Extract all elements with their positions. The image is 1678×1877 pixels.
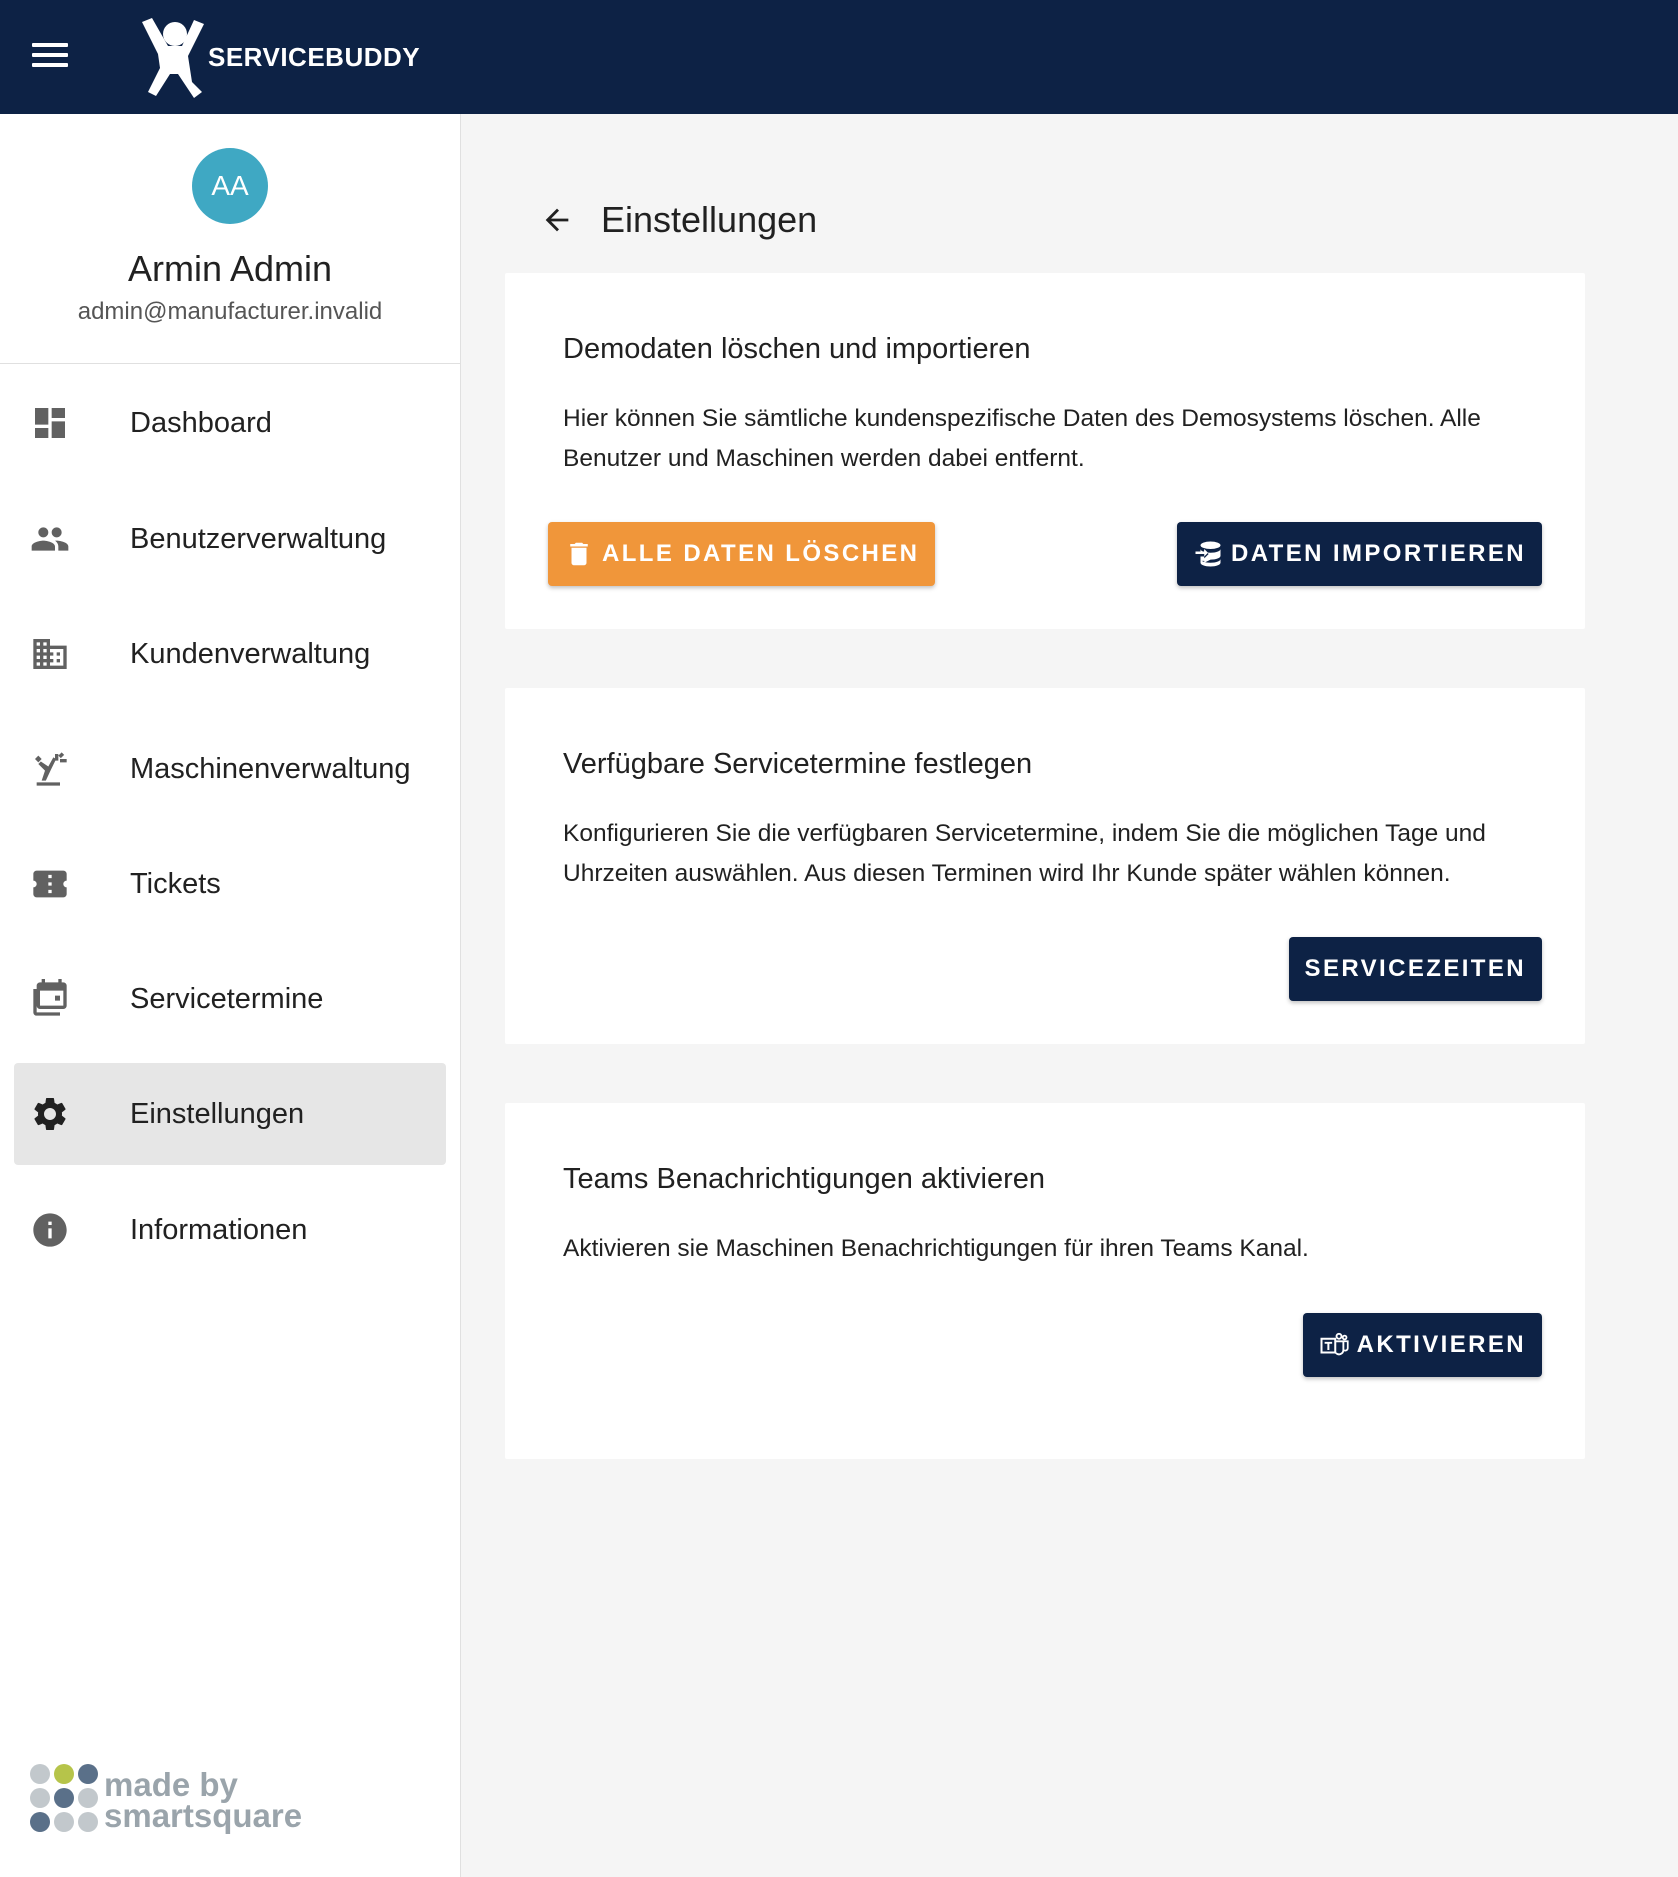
sidebar-item-label: Informationen <box>130 1213 308 1246</box>
user-name: Armin Admin <box>127 248 333 289</box>
sidebar-item-kundenverwaltung[interactable]: Kundenverwaltung <box>14 603 446 705</box>
sidebar-item-label: Einstellungen <box>130 1097 305 1130</box>
card-title: Verfügbare Servicetermine festlegen <box>563 748 1033 780</box>
activate-teams-button[interactable]: AKTIVIEREN <box>1302 1313 1542 1377</box>
demo-data-card: Demodaten löschen und importieren Hier k… <box>505 273 1585 629</box>
sidebar-item-maschinenverwaltung[interactable]: Maschinenverwaltung <box>14 718 446 820</box>
smartsquare-logo-icon <box>30 1764 98 1832</box>
avatar[interactable]: AA <box>192 148 268 224</box>
button-label: AKTIVIEREN <box>1356 1331 1526 1358</box>
gear-icon <box>30 1094 70 1134</box>
card-description: Aktivieren sie Maschinen Benachrichtigun… <box>563 1235 1309 1262</box>
sidebar-item-label: Servicetermine <box>130 982 324 1015</box>
user-email: admin@manufacturer.invalid <box>77 298 383 325</box>
back-arrow-icon[interactable] <box>533 196 581 244</box>
sidebar-item-servicetermine[interactable]: Servicetermine <box>14 948 446 1050</box>
sidebar-item-label: Dashboard <box>130 406 272 439</box>
database-import-icon <box>1195 541 1221 567</box>
sidebar-item-tickets[interactable]: Tickets <box>14 833 446 935</box>
button-label: SERVICEZEITEN <box>1304 955 1526 982</box>
button-label: DATEN IMPORTIEREN <box>1230 540 1526 567</box>
sidebar-item-informationen[interactable]: Informationen <box>14 1179 446 1281</box>
sidebar-item-label: Kundenverwaltung <box>130 637 371 670</box>
building-icon <box>30 634 70 674</box>
page-title: Einstellungen <box>601 199 818 240</box>
card-description: Hier können Sie sämtliche kundenspezifis… <box>563 405 1481 472</box>
page-header: Einstellungen <box>533 190 817 250</box>
made-by-text: made by <box>104 1766 238 1803</box>
sidebar-item-label: Maschinenverwaltung <box>130 752 411 785</box>
servicebuddy-logo[interactable]: SERVICEBUDDY <box>128 12 420 102</box>
menu-icon[interactable] <box>28 40 72 74</box>
sidebar-item-einstellungen[interactable]: Einstellungen <box>14 1063 446 1165</box>
smartsquare-text: smartsquare <box>104 1797 303 1834</box>
sidebar-item-benutzerverwaltung[interactable]: Benutzerverwaltung <box>14 488 446 590</box>
people-icon <box>30 519 70 559</box>
machine-arm-icon <box>30 749 70 789</box>
top-app-bar: SERVICEBUDDY <box>0 0 1678 114</box>
service-appointments-card: Verfügbare Servicetermine festlegen Konf… <box>505 688 1585 1044</box>
teams-notifications-card: Teams Benachrichtigungen aktivieren Akti… <box>505 1103 1585 1459</box>
trash-icon <box>570 542 588 566</box>
user-profile: AA Armin Admin admin@manufacturer.invali… <box>0 114 460 364</box>
sidebar-item-label: Tickets <box>130 867 221 900</box>
button-label: ALLE DATEN LÖSCHEN <box>602 540 920 567</box>
ticket-icon <box>30 864 70 904</box>
teams-icon <box>1320 1332 1349 1356</box>
import-data-button[interactable]: DATEN IMPORTIEREN <box>1176 522 1542 586</box>
sidebar-item-dashboard[interactable]: Dashboard <box>14 372 446 474</box>
delete-all-data-button[interactable]: ALLE DATEN LÖSCHEN <box>548 522 936 586</box>
card-title: Teams Benachrichtigungen aktivieren <box>563 1163 1045 1195</box>
card-title: Demodaten löschen und importieren <box>563 333 1031 365</box>
info-icon <box>30 1210 70 1250</box>
calendar-stack-icon <box>30 979 70 1019</box>
brand-name: SERVICEBUDDY <box>208 41 421 72</box>
made-by-smartsquare-logo: made by smartsquare <box>28 1762 302 1838</box>
sidebar: AA Armin Admin admin@manufacturer.invali… <box>0 114 461 1877</box>
servicebuddy-logo-icon <box>142 18 204 98</box>
service-times-button[interactable]: SERVICEZEITEN <box>1288 937 1542 1001</box>
dashboard-icon <box>30 403 70 443</box>
sidebar-item-label: Benutzerverwaltung <box>130 522 387 555</box>
main-content: Einstellungen Demodaten löschen und impo… <box>461 114 1678 1877</box>
card-description: Konfigurieren Sie die verfügbaren Servic… <box>563 820 1486 887</box>
